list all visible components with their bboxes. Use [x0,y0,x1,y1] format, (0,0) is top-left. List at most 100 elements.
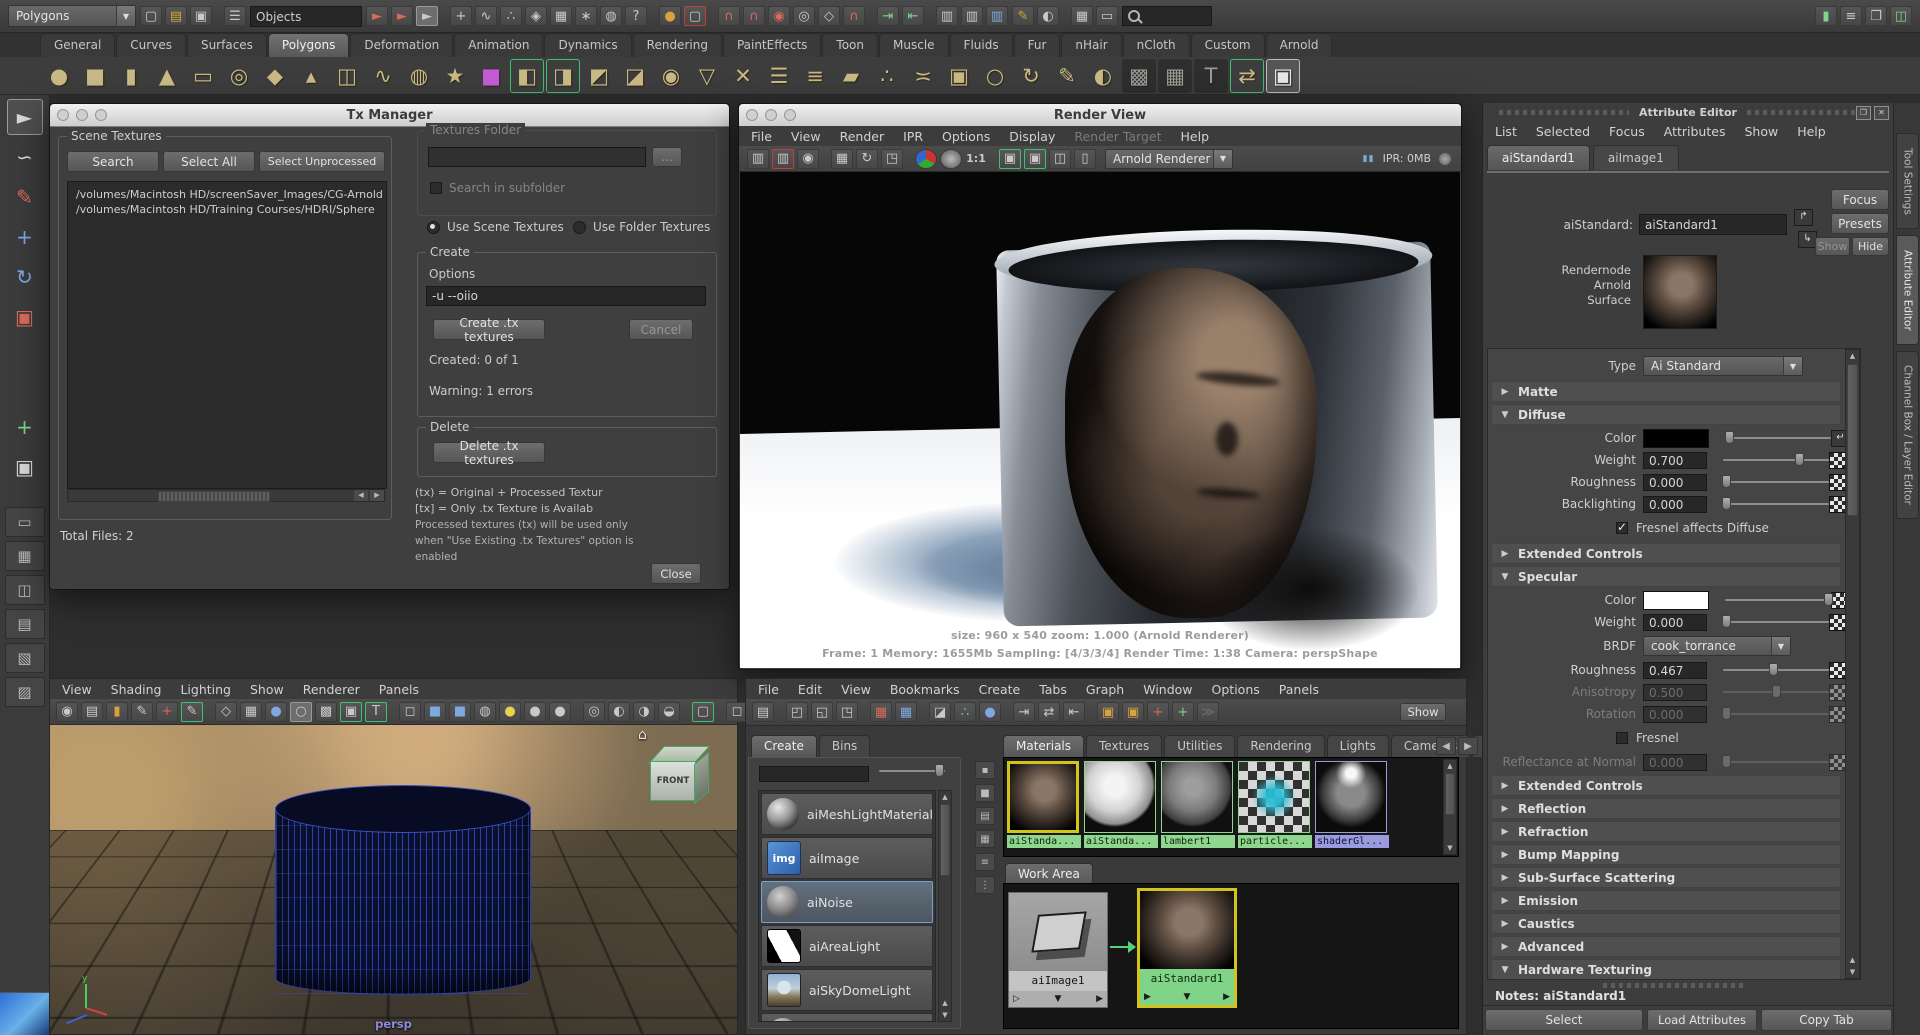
scroll-down-icon[interactable]: ▼ [1444,842,1456,854]
uv-checker-a-icon[interactable]: ▩ [1122,59,1156,93]
tab[interactable]: Create [751,735,817,757]
anisotropy-slider[interactable] [1723,685,1829,699]
camera-attributes-icon[interactable]: ▤ [81,702,103,722]
menu-item[interactable]: List [1495,124,1517,139]
diffuse-color-slider[interactable] [1725,431,1831,445]
node-name-input[interactable] [1639,214,1787,235]
light-gray1-icon[interactable]: ● [524,702,546,722]
menu-item[interactable]: Focus [1609,124,1645,139]
sort-nodes-icon[interactable]: ∴ [954,702,976,722]
section-extended-controls-2[interactable]: ▶Extended Controls [1491,775,1841,796]
map-button-icon[interactable] [1829,662,1846,679]
fill-hole-icon[interactable]: ▣ [942,59,976,93]
hide-button[interactable]: Hide [1852,237,1889,256]
copy-tab-button[interactable]: Copy Tab [1761,1009,1892,1031]
tab-channel-box[interactable]: Channel Box / Layer Editor [1896,351,1919,519]
spin-edge-icon[interactable]: ↻ [1014,59,1048,93]
reflection-icon[interactable]: ◇ [818,6,840,26]
counter-display-icon[interactable]: ▭ [1096,6,1118,26]
render-current-frame-icon[interactable]: ▥ [747,149,769,169]
node-input-icon[interactable]: ▷ [1013,994,1020,1004]
grid-view-icon[interactable]: ▦ [975,830,995,848]
tab[interactable]: Lights [1327,735,1389,757]
scrollbar-thumb[interactable] [1445,773,1455,815]
render-view-titlebar[interactable]: Render View [739,104,1461,127]
sort-type-icon[interactable]: ⋮ [975,876,995,894]
output-connections-icon[interactable]: ⇤ [902,6,924,26]
tx-manager-titlebar[interactable]: Tx Manager [50,104,729,127]
select-object-icon[interactable]: ► [391,6,413,26]
menu-item[interactable]: View [62,682,92,697]
viewport-canvas[interactable]: FRONT ⌂ y persp [50,725,737,1034]
delete-tx-textures-button[interactable]: Delete .tx textures [433,442,545,463]
construction-history-icon[interactable]: ∩ [718,6,740,26]
type-dropdown[interactable]: Ai Standard▼ [1643,356,1803,376]
menu-item[interactable]: Graph [1086,682,1124,697]
mirror-geometry-icon[interactable]: ◐ [1086,59,1120,93]
poly-separate-icon[interactable]: ◨ [546,59,580,93]
specular-roughness-input[interactable]: 0.467 [1643,662,1707,679]
graph-downstream-icon[interactable]: ▣ [1122,702,1144,722]
separator[interactable] [777,702,783,722]
poly-sphere-icon[interactable]: ● [42,59,76,93]
search-button[interactable]: Search [67,151,159,172]
specular-weight-slider[interactable] [1723,615,1829,629]
work-area-tab[interactable]: Work Area [1005,863,1093,885]
shelf-tab[interactable]: nCloth [1123,33,1190,57]
menu-item[interactable]: Render Target [1074,129,1161,144]
swatch-small-icon[interactable]: ▪ [975,761,995,779]
material-swatch[interactable]: particle... [1238,761,1312,853]
quick-help-icon[interactable]: ? [625,6,647,26]
menu-item[interactable]: Display [1009,129,1055,144]
load-attributes-button[interactable]: Load Attributes [1647,1009,1757,1031]
shelf-tab[interactable]: Deformation [350,33,453,57]
create-bar-toggle-icon[interactable]: ▤ [752,702,774,722]
material-swatch[interactable]: aiStanda... [1007,761,1081,853]
all-lights-icon[interactable]: ■ [424,702,446,722]
create-node-item[interactable]: aiNoise [761,881,933,923]
help-line-icon[interactable]: ❐ [1865,6,1887,26]
keep-image-icon[interactable]: ◫ [1049,149,1071,169]
create-node-item[interactable]: aiBarndoor [761,1013,933,1022]
node-expand-icon[interactable]: ▼ [1055,994,1062,1004]
rotation-slider[interactable] [1723,707,1829,721]
smooth-shaded-icon[interactable]: ● [265,702,287,722]
search-input[interactable] [1122,6,1212,26]
poly-cube-icon[interactable]: ■ [78,59,112,93]
menu-item[interactable]: Bookmarks [890,682,960,697]
highlight-selection-icon[interactable]: ▢ [684,6,706,26]
section-hardware-texturing[interactable]: ▼Hardware Texturing [1491,959,1841,980]
separator[interactable] [1062,6,1068,26]
render-image[interactable]: size: 960 x 540 zoom: 1.000 (Arnold Rend… [740,172,1460,668]
section-caustics[interactable]: ▶Caustics [1491,913,1841,934]
section-emission[interactable]: ▶Emission [1491,890,1841,911]
scrollbar-thumb[interactable] [158,491,270,502]
menu-item[interactable]: Options [942,129,990,144]
file-save-icon[interactable]: ▣ [190,6,212,26]
map-button-icon[interactable] [1829,452,1846,469]
scroll-up-icon[interactable]: ▲ [1444,760,1456,772]
texture-file-path[interactable]: /volumes/Macintosh HD/screenSaver_Images… [76,187,386,202]
list-view-icon[interactable]: ▤ [975,807,995,825]
backlighting-input[interactable]: 0.000 [1643,496,1707,513]
bookmark-icon[interactable]: ▮ [106,702,128,722]
menu-item[interactable]: Window [1143,682,1192,697]
backlighting-slider[interactable] [1723,497,1829,511]
output-connections-icon[interactable]: ⇤ [1063,702,1085,722]
menu-item[interactable]: Attributes [1664,124,1726,139]
separator[interactable] [441,6,447,26]
rotation-input[interactable]: 0.000 [1643,706,1707,723]
menu-item[interactable]: Shading [111,682,162,697]
map-button-icon[interactable] [1829,706,1846,723]
swatch-medium-icon[interactable]: ■ [975,784,995,802]
menu-item[interactable]: Help [1797,124,1826,139]
layout-split-icon[interactable]: ◳ [836,702,858,722]
layout-four-pane[interactable]: ▦ [5,541,45,571]
shelf-tab[interactable]: Surfaces [187,33,267,57]
poly-prism-icon[interactable]: ◆ [258,59,292,93]
menu-item[interactable]: Create [979,682,1021,697]
work-area-graph[interactable]: aiImage1 ▷▼▶ aiStandard1 ▶▼▶ [1003,883,1459,1029]
separator[interactable] [927,6,933,26]
textured-icon[interactable]: ▣ [340,702,362,722]
separator[interactable] [1004,702,1010,722]
